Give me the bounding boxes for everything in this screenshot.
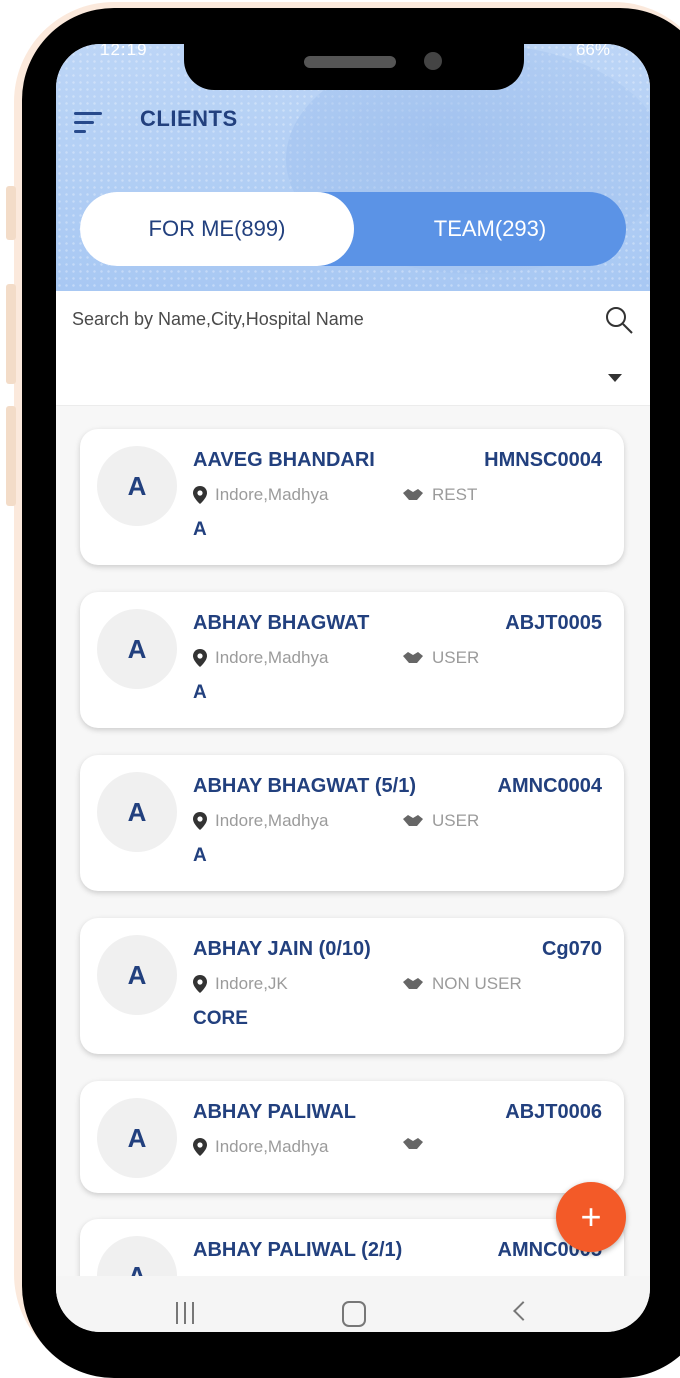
client-location: Indore,Madhya [193,648,328,668]
search-bar[interactable]: Search by Name,City,Hospital Name [56,291,650,351]
client-tag: A [193,845,207,866]
type-text: NON USER [432,974,522,993]
handshake-icon [403,978,423,989]
side-button [6,186,16,240]
client-list: A AAVEG BHANDARI HMNSC0004 Indore,Madhya… [56,405,650,1276]
recent-apps-icon[interactable] [176,1302,200,1324]
camera-icon [424,52,442,70]
back-icon[interactable] [513,1301,533,1321]
client-type: REST [402,485,477,505]
client-card[interactable]: A ABHAY BHAGWAT ABJT0005 Indore,Madhya U… [80,592,624,728]
client-name: ABHAY BHAGWAT (5/1) [193,775,416,797]
client-code: AMNC0004 [497,775,602,797]
client-name: ABHAY BHAGWAT [193,612,370,634]
handshake-icon [403,489,423,500]
client-card[interactable]: A ABHAY PALIWAL ABJT0006 Indore,Madhya [80,1081,624,1193]
avatar: A [97,1098,177,1178]
client-name: AAVEG BHANDARI [193,449,375,471]
avatar: A [97,609,177,689]
menu-icon[interactable] [74,112,104,136]
page-title: CLIENTS [140,106,238,131]
avatar: A [97,935,177,1015]
chevron-down-icon[interactable] [608,374,622,382]
side-button [6,406,16,506]
handshake-icon [403,652,423,663]
tab-for-me[interactable]: FOR ME(899) [80,192,354,266]
client-tag: CORE [193,1008,248,1029]
client-type: USER [402,811,479,831]
location-pin-icon [193,975,207,993]
type-text: REST [432,485,478,504]
client-code: ABJT0006 [505,1101,602,1123]
location-text: Indore,Madhya [215,811,329,830]
location-text: Indore,JK [215,974,288,993]
status-battery: 66% [575,44,610,59]
client-code: HMNSC0004 [484,449,602,471]
client-location: Indore,Madhya [193,485,328,505]
avatar: A [97,1236,177,1276]
location-pin-icon [193,1138,207,1156]
client-card[interactable]: A ABHAY BHAGWAT (5/1) AMNC0004 Indore,Ma… [80,755,624,891]
handshake-icon [403,815,423,826]
client-location: Indore,Madhya [193,811,328,831]
client-type [402,1137,424,1151]
camera-notch [184,8,524,90]
location-pin-icon [193,649,207,667]
client-tag: A [193,519,207,540]
home-icon[interactable] [342,1301,366,1327]
tab-team[interactable]: TEAM(293) [354,192,626,266]
system-nav-bar [56,1276,650,1332]
client-card[interactable]: A ABHAY JAIN (0/10) Cg070 Indore,JK NON … [80,918,624,1054]
location-text: Indore,Madhya [215,1137,329,1156]
type-text: USER [432,811,480,830]
client-card[interactable]: A AAVEG BHANDARI HMNSC0004 Indore,Madhya… [80,429,624,565]
location-pin-icon [193,812,207,830]
client-location: Indore,JK [193,974,288,994]
client-tag: A [193,682,207,703]
client-code: Cg070 [541,938,602,960]
status-time: 12:19 [100,44,148,59]
avatar: A [97,772,177,852]
location-text: Indore,Madhya [215,648,329,667]
client-type: USER [402,648,479,668]
search-icon[interactable] [604,305,634,335]
client-location: Indore,Madhya [193,1137,328,1157]
app-screen: 12:19 66% CLIENTS FOR ME(899) TEAM(293) … [56,44,650,1332]
client-type: NON USER [402,974,522,994]
side-button [6,284,16,384]
add-client-button[interactable]: + [556,1182,626,1252]
client-code: ABJT0005 [505,612,602,634]
avatar: A [97,446,177,526]
location-pin-icon [193,486,207,504]
client-name: ABHAY JAIN (0/10) [193,938,371,960]
client-name: ABHAY PALIWAL (2/1) [193,1239,403,1261]
handshake-icon [403,1138,423,1149]
location-text: Indore,Madhya [215,485,329,504]
tab-bar: FOR ME(899) TEAM(293) [80,192,626,266]
client-name: ABHAY PALIWAL [193,1101,356,1123]
type-text: USER [432,648,480,667]
search-input[interactable]: Search by Name,City,Hospital Name [72,309,364,330]
speaker-icon [304,56,396,68]
client-card[interactable]: A ABHAY PALIWAL (2/1) AMNC0005 [80,1219,624,1276]
filter-dropdown[interactable] [56,350,650,406]
